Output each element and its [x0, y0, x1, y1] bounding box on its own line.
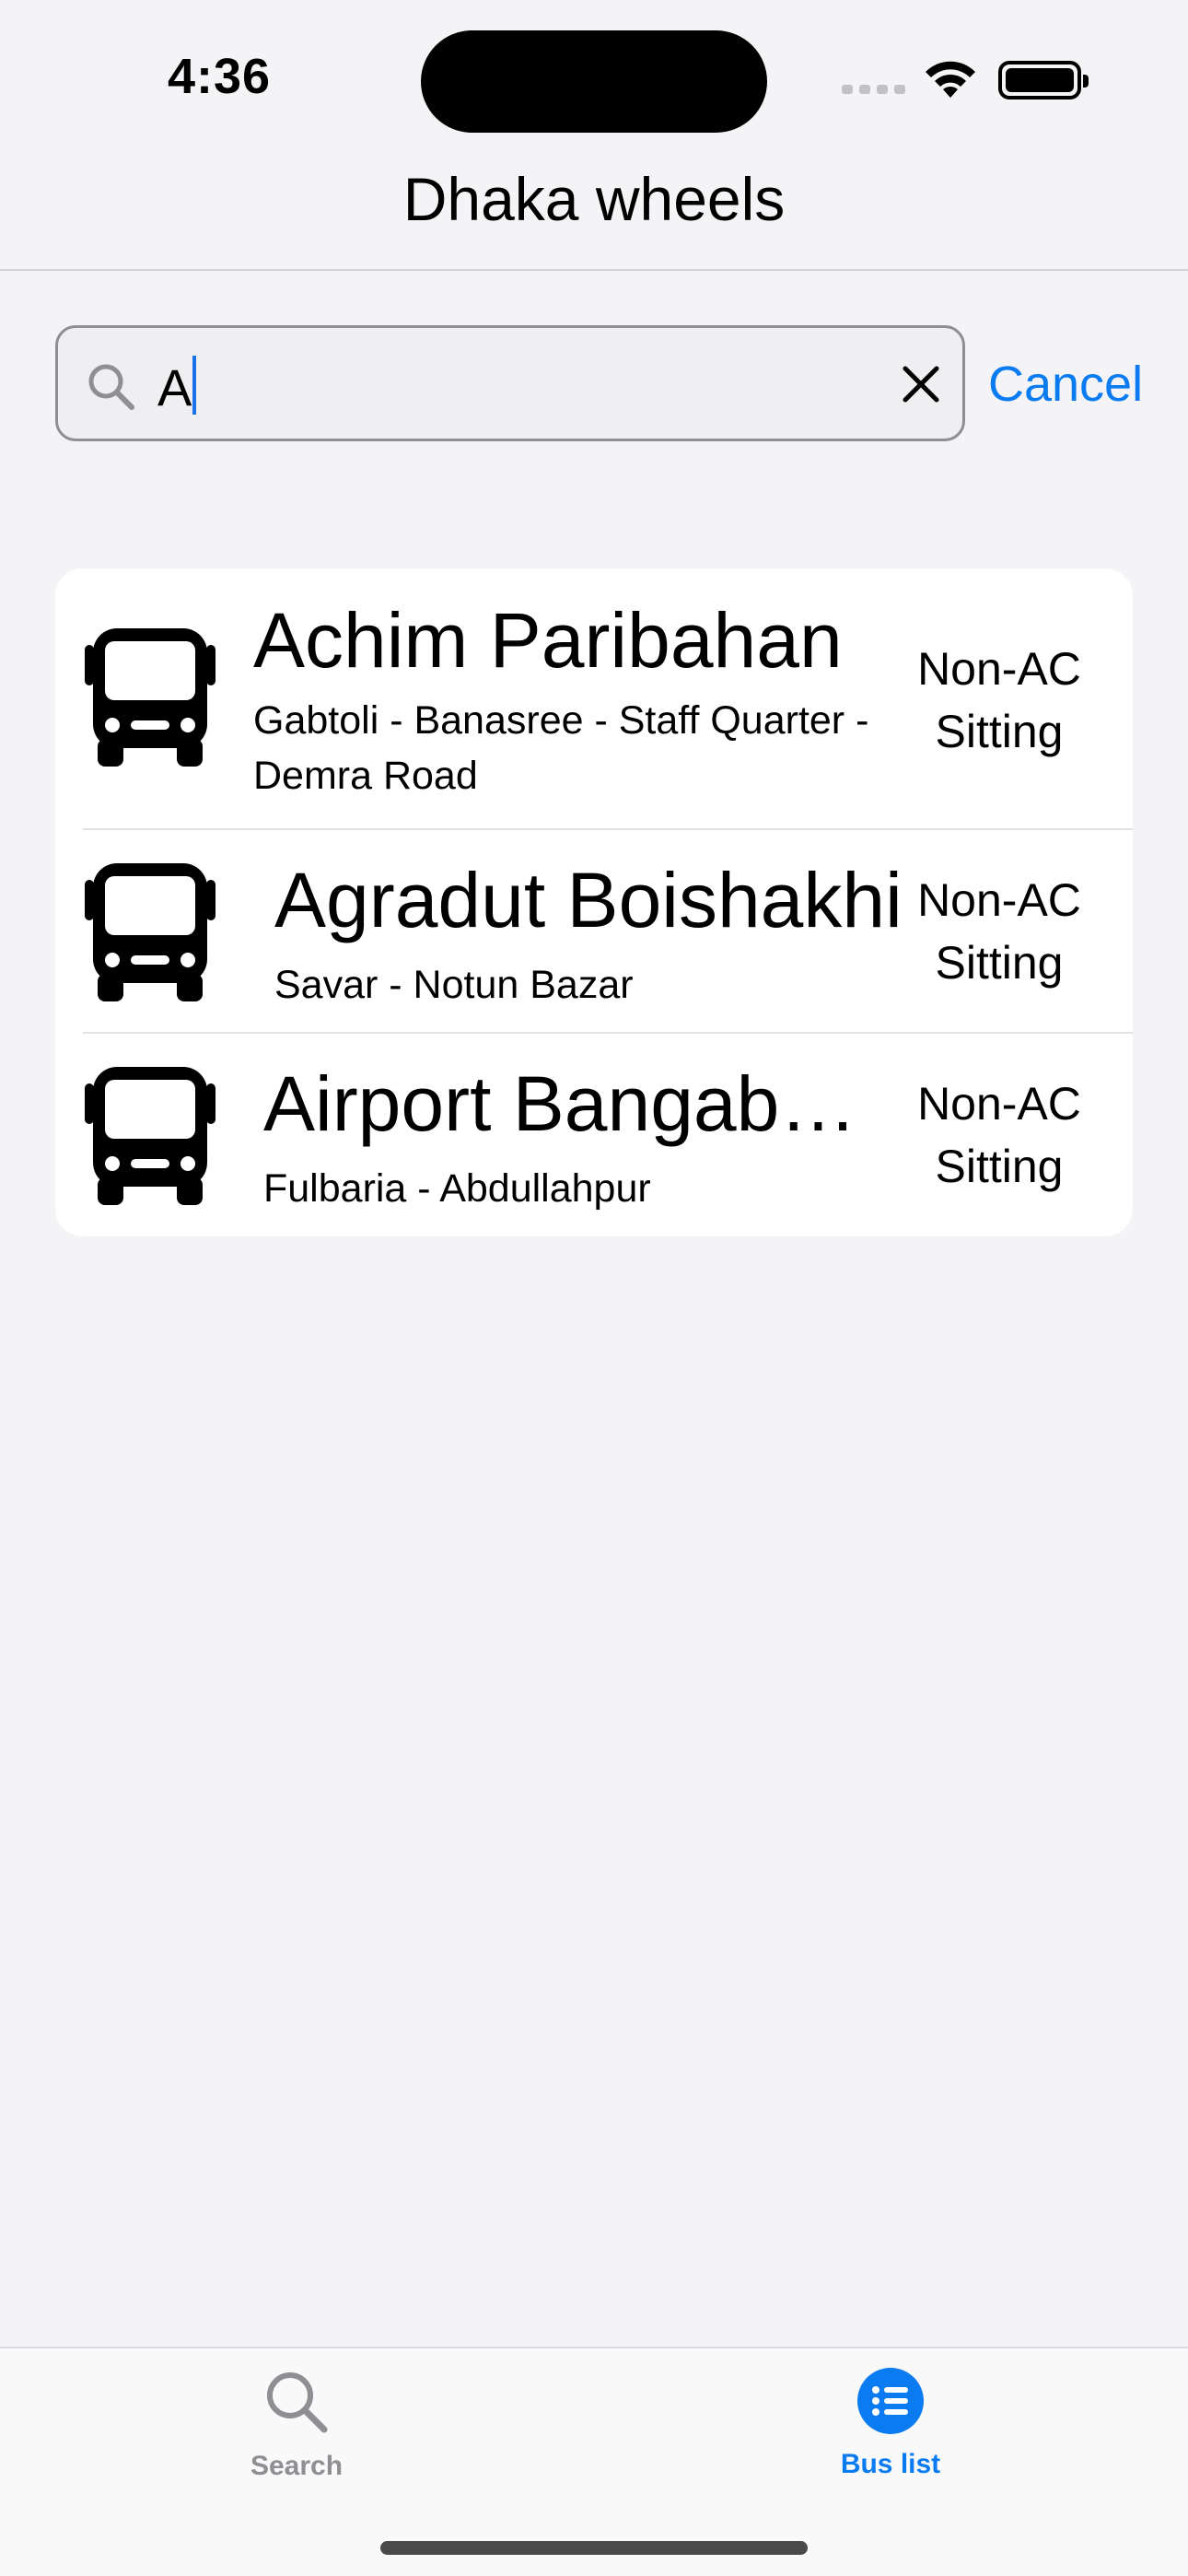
bus-list: Achim Paribahan Gabtoli - Banasree - Sta…: [55, 568, 1133, 1236]
bus-seat-type: Sitting: [935, 1141, 1064, 1192]
bus-row-achim-paribahan[interactable]: Achim Paribahan Gabtoli - Banasree - Sta…: [55, 568, 1133, 828]
bus-route: Fulbaria - Abdullahpur: [263, 1166, 651, 1211]
bus-row-agradut-boishakhi[interactable]: Agradut Boishakhi Savar - Notun Bazar No…: [55, 830, 1133, 1035]
list-icon: [857, 2368, 924, 2434]
bus-route: Gabtoli - Banasree - Staff Quarter - Dem…: [253, 698, 869, 798]
page-title: Dhaka wheels: [402, 165, 786, 233]
battery-icon: [998, 61, 1089, 100]
clear-search-icon[interactable]: [898, 361, 944, 407]
bus-row-airport-bangabandhu[interactable]: Airport Bangabandhu Fulbaria - Abdullahp…: [55, 1034, 1133, 1236]
text-caret: [192, 356, 197, 415]
bus-icon: [85, 863, 215, 1001]
bus-ac-type: Non-AC: [917, 874, 1081, 926]
bus-name: Achim Paribahan: [253, 597, 843, 684]
bus-seat-type: Sitting: [935, 706, 1064, 757]
bus-ac-type: Non-AC: [917, 643, 1081, 695]
bus-route: Savar - Notun Bazar: [274, 963, 634, 1007]
cellular-signal-icon: [842, 85, 905, 94]
bus-type: Non-AC Sitting: [916, 638, 1082, 763]
tab-bus-list-label: Bus list: [840, 2449, 941, 2479]
bus-seat-type: Sitting: [935, 937, 1064, 989]
bus-name: Agradut Boishakhi: [274, 857, 903, 943]
nav-divider: [0, 269, 1188, 271]
search-icon: [88, 364, 134, 410]
dynamic-island: [421, 30, 767, 133]
bus-type: Non-AC Sitting: [916, 869, 1082, 994]
status-time: 4:36: [168, 49, 272, 104]
bus-icon: [85, 1067, 215, 1205]
bus-icon: [85, 628, 215, 767]
bus-type: Non-AC Sitting: [916, 1072, 1082, 1198]
cancel-button[interactable]: Cancel: [988, 356, 1143, 413]
bus-ac-type: Non-AC: [917, 1078, 1081, 1130]
tab-search[interactable]: Search: [158, 2367, 435, 2482]
bus-name: Airport Bangabandhu: [263, 1060, 899, 1147]
wifi-icon: [926, 61, 975, 98]
magnifier-icon: [267, 2372, 328, 2433]
search-input[interactable]: A: [55, 325, 965, 441]
tab-search-label: Search: [250, 2451, 344, 2481]
search-text: A: [157, 356, 197, 417]
status-bar: 4:36: [0, 0, 1188, 157]
home-indicator: [380, 2541, 808, 2555]
tab-bus-list[interactable]: Bus list: [752, 2367, 1029, 2480]
